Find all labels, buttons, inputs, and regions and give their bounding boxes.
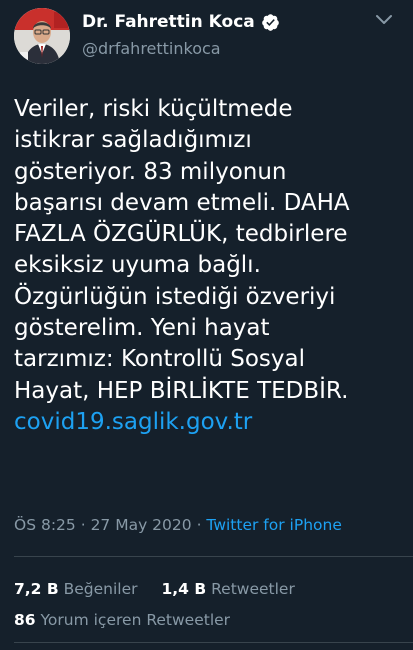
retweets-label: Retweetler bbox=[211, 580, 295, 598]
tweet-line: Veriler, riski küçültmede bbox=[14, 96, 293, 122]
avatar-image bbox=[14, 8, 70, 64]
tweet-line: istikrar sağladığımızı bbox=[14, 127, 252, 154]
retweets-count: 1,4 B bbox=[161, 580, 207, 598]
retweets-stat[interactable]: 1,4 B Retweetler bbox=[162, 580, 295, 598]
tweet-link[interactable]: covid19.saglik.gov.tr bbox=[14, 407, 406, 438]
likes-stat[interactable]: 7,2 B Beğeniler bbox=[14, 580, 138, 598]
profile-avatar[interactable] bbox=[14, 8, 70, 64]
tweet-line: tarzımız: Kontrollü Sosyal bbox=[14, 346, 306, 373]
tweet-line: gösteriyor. 83 milyonun bbox=[14, 158, 287, 185]
author-handle[interactable]: @drfahrettinkoca bbox=[82, 39, 221, 58]
stats-row: 7,2 B Beğeniler 1,4 B Retweetler bbox=[14, 580, 295, 598]
meta-separator: · bbox=[191, 516, 207, 534]
tweet-date[interactable]: 27 May 2020 bbox=[91, 516, 192, 534]
likes-count: 7,2 B bbox=[14, 580, 59, 598]
verified-badge-icon bbox=[261, 13, 279, 31]
quote-count: 86 bbox=[14, 611, 36, 629]
tweet-line: Hayat, HEP BİRLİKTE TEDBİR. bbox=[14, 377, 349, 404]
divider bbox=[14, 642, 413, 643]
divider bbox=[14, 556, 413, 557]
author-name-row[interactable]: Dr. Fahrettin Koca bbox=[82, 12, 280, 32]
quote-stats-row: 86 Yorum içeren Retweetler bbox=[14, 611, 230, 629]
tweet-line: başarısı devam etmeli. DAHA bbox=[14, 189, 350, 216]
quote-label: Yorum içeren Retweetler bbox=[40, 611, 231, 629]
tweet-text: Veriler, riski küçültmede istikrar sağla… bbox=[14, 94, 406, 438]
tweet-line: FAZLA ÖZGÜRLÜK, tedbirlere bbox=[14, 221, 348, 248]
tweet-line: Özgürlüğün istediği özveriyi bbox=[14, 283, 336, 310]
tweet-source-link[interactable]: Twitter for iPhone bbox=[206, 516, 341, 534]
meta-separator: · bbox=[75, 516, 91, 534]
chevron-down-icon[interactable] bbox=[374, 12, 394, 28]
tweet-time[interactable]: ÖS 8:25 bbox=[14, 516, 76, 534]
tweet-line: eksiksiz uyuma bağlı. bbox=[14, 252, 261, 279]
tweet-line: gösterelim. Yeni hayat bbox=[14, 315, 270, 342]
tweet-meta: ÖS 8:25 · 27 May 2020 · Twitter for iPho… bbox=[14, 516, 342, 534]
likes-label: Beğeniler bbox=[63, 580, 138, 598]
author-name[interactable]: Dr. Fahrettin Koca bbox=[82, 12, 255, 32]
quote-tweets-stat[interactable]: 86 Yorum içeren Retweetler bbox=[14, 611, 230, 629]
tweet-header: Dr. Fahrettin Koca @drfahrettinkoca bbox=[0, 0, 413, 80]
